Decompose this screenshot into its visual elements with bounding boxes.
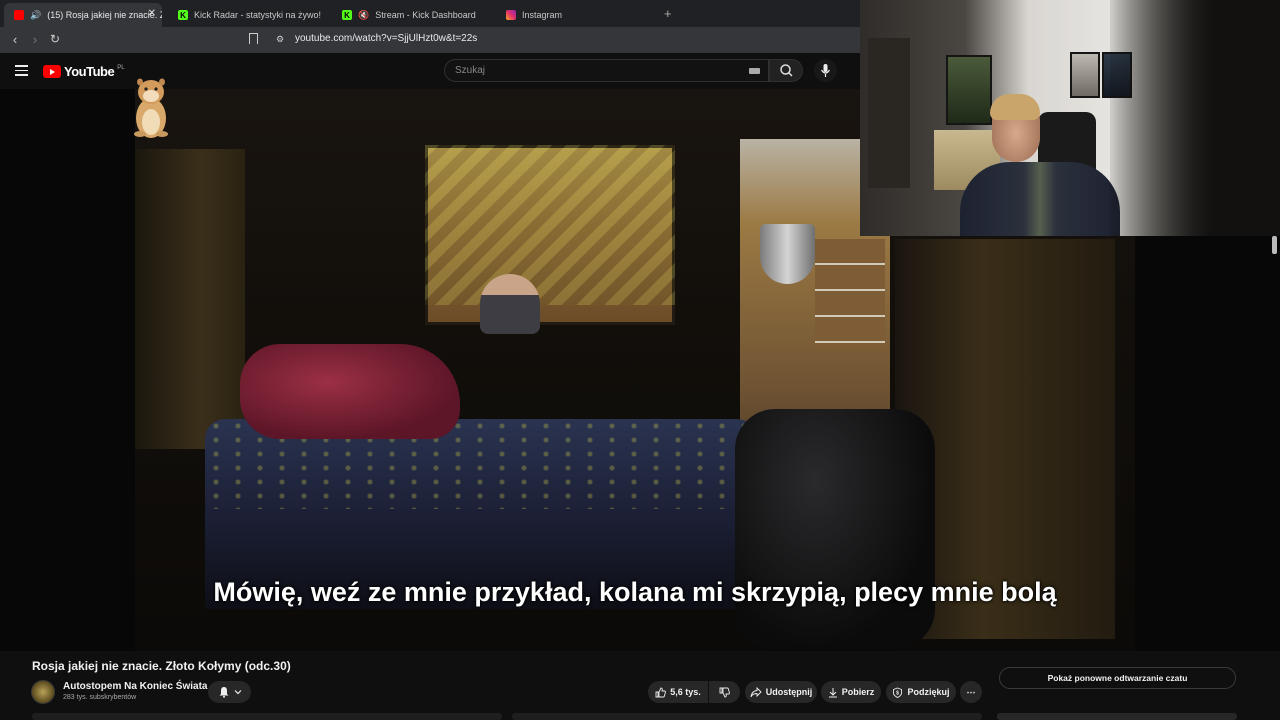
forward-icon[interactable]: › <box>27 32 43 47</box>
muted-speaker-icon[interactable]: 🔇 <box>358 10 369 21</box>
like-count: 5,6 tys. <box>670 687 701 697</box>
more-actions-button[interactable]: ⋯ <box>960 681 982 703</box>
tab-label: Kick Radar - statystyki na żywo! <box>194 10 322 20</box>
super-thanks-icon: $ <box>893 687 903 698</box>
video-scene-pot <box>760 224 815 284</box>
svg-text:$: $ <box>897 690 900 696</box>
tab-label: (15) Rosja jakiej nie znacie. Złoto Koły… <box>47 10 162 20</box>
kick-icon: K <box>178 10 188 20</box>
microphone-icon <box>821 64 830 77</box>
tab-label: Stream - Kick Dashboard <box>375 10 476 20</box>
like-button[interactable]: 5,6 tys. <box>648 681 708 703</box>
address-bar[interactable]: youtube.com/watch?v=SjjUlHzt0w&t=22s <box>295 33 477 44</box>
tab-label: Instagram <box>522 10 563 20</box>
back-icon[interactable]: ‹ <box>7 32 23 47</box>
reload-icon[interactable]: ↻ <box>47 32 63 46</box>
search-button[interactable] <box>769 59 803 82</box>
youtube-play-icon <box>43 65 61 78</box>
region-label: PL <box>117 64 125 71</box>
bell-icon <box>219 687 228 698</box>
thumbs-up-icon <box>655 687 667 697</box>
search-icon <box>780 64 793 77</box>
instagram-icon <box>506 10 516 20</box>
channel-name[interactable]: Autostopem Na Koniec Świata <box>63 681 207 692</box>
tab-instagram[interactable]: Instagram <box>496 3 656 27</box>
share-button[interactable]: Udostępnij <box>745 681 817 703</box>
browser-tab-strip: 🔊 (15) Rosja jakiej nie znacie. Złoto Ko… <box>0 0 860 27</box>
site-info-icon[interactable]: ⚙ <box>276 34 284 45</box>
description-preview[interactable] <box>32 713 502 720</box>
search-input[interactable] <box>445 60 725 81</box>
notification-bell-button[interactable] <box>208 681 251 703</box>
share-icon <box>750 686 762 697</box>
tab-kick-radar[interactable]: K Kick Radar - statystyki na żywo! <box>168 3 328 27</box>
webcam-door <box>868 38 910 188</box>
thumbs-down-icon <box>719 687 730 697</box>
tab-youtube[interactable]: 🔊 (15) Rosja jakiej nie znacie. Złoto Ko… <box>4 3 162 27</box>
hamster-sticker-icon <box>134 78 168 138</box>
video-scene-curtain <box>425 145 675 305</box>
download-button[interactable]: Pobierz <box>821 681 881 703</box>
download-label: Pobierz <box>841 687 875 697</box>
video-scene-shelf <box>815 239 885 349</box>
webcam-streamer-body <box>960 162 1120 236</box>
menu-icon[interactable] <box>15 65 28 79</box>
webcam-overlay <box>860 0 1280 236</box>
search-box <box>444 59 769 82</box>
webcam-streamer-hair <box>990 94 1040 120</box>
youtube-icon <box>14 10 24 20</box>
download-icon <box>828 687 837 697</box>
share-label: Udostępnij <box>765 687 813 697</box>
voice-search-button[interactable] <box>814 59 837 82</box>
thanks-button[interactable]: $ Podziękuj <box>886 681 956 703</box>
chip-bar[interactable] <box>997 713 1237 720</box>
chevron-down-icon <box>234 690 241 695</box>
video-subtitle: Mówię, weź ze mnie przykład, kolana mi s… <box>213 577 1057 607</box>
channel-avatar[interactable] <box>31 680 55 704</box>
video-title: Rosja jakiej nie znacie. Złoto Kołymy (o… <box>32 659 291 673</box>
kick-icon: K <box>342 10 352 20</box>
video-scene-person <box>480 274 540 334</box>
thanks-label: Podziękuj <box>907 687 950 697</box>
close-tab-icon[interactable]: ✕ <box>148 8 156 19</box>
youtube-wordmark: YouTube <box>64 64 115 79</box>
keyboard-icon[interactable] <box>749 68 760 74</box>
video-scene-backpacks <box>735 409 935 649</box>
youtube-logo[interactable]: YouTube PL <box>43 64 125 79</box>
subscriber-count: 283 tys. subskrybentów <box>63 694 137 701</box>
webcam-shadow <box>1110 0 1280 236</box>
new-tab-button[interactable]: + <box>664 6 672 21</box>
description-preview[interactable] <box>512 713 982 720</box>
speaker-icon[interactable]: 🔊 <box>30 10 41 21</box>
scrollbar-thumb[interactable] <box>1272 236 1277 254</box>
tab-kick-dashboard[interactable]: K 🔇 Stream - Kick Dashboard <box>332 3 492 27</box>
video-scene-wall <box>135 149 245 449</box>
webcam-poster <box>1070 52 1100 98</box>
webcam-poster <box>946 55 992 125</box>
bookmark-icon[interactable] <box>249 33 258 44</box>
more-icon: ⋯ <box>966 686 976 697</box>
dislike-button[interactable] <box>709 681 740 703</box>
chat-replay-button[interactable]: Pokaż ponowne odtwarzanie czatu <box>999 667 1236 689</box>
video-scene-sleeping-bag <box>240 344 460 439</box>
